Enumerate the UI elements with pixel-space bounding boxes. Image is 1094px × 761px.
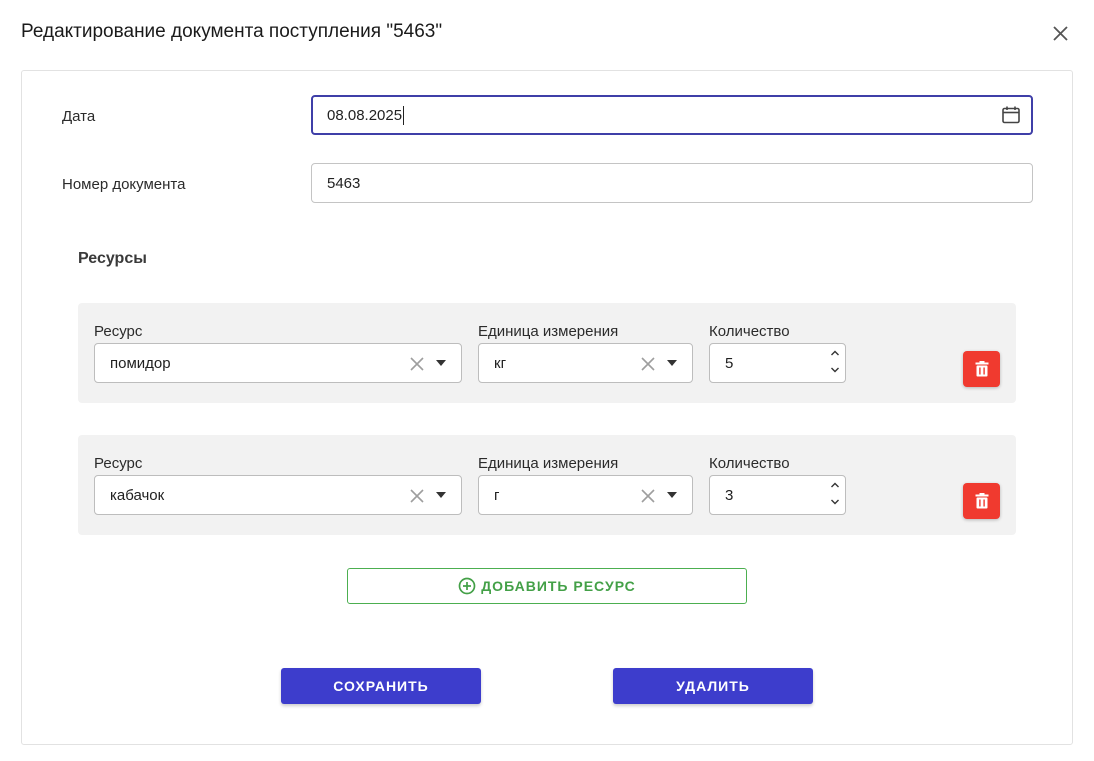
date-field[interactable]: 08.08.2025	[311, 95, 1033, 135]
resource-row: Ресурс кабачок Единица измерения г Колич…	[78, 435, 1016, 535]
chevron-up-icon[interactable]	[830, 349, 840, 357]
text-caret	[403, 105, 405, 125]
resource-row: Ресурс помидор Единица измерения кг Коли…	[78, 303, 1016, 403]
resource-value: помидор	[110, 354, 171, 372]
unit-select[interactable]: кг	[478, 343, 693, 383]
calendar-icon	[1002, 106, 1020, 124]
add-resource-label: ДОБАВИТЬ РЕСУРС	[481, 578, 636, 594]
resources-section-title: Ресурсы	[78, 250, 147, 267]
chevron-down-icon[interactable]	[436, 360, 446, 366]
resource-select[interactable]: помидор	[94, 343, 462, 383]
chevron-down-icon[interactable]	[830, 498, 840, 506]
quantity-stepper[interactable]: 3	[709, 475, 846, 515]
doc-number-value: 5463	[327, 174, 361, 192]
resource-label: Ресурс	[94, 323, 143, 340]
unit-value: кг	[494, 354, 507, 372]
delete-button-label: УДАЛИТЬ	[676, 678, 750, 694]
dialog-title: Редактирование документа поступления "54…	[21, 21, 443, 42]
resource-label: Ресурс	[94, 455, 143, 472]
chevron-down-icon[interactable]	[667, 360, 677, 366]
clear-icon[interactable]	[408, 355, 426, 373]
clear-icon[interactable]	[639, 355, 657, 373]
resource-select[interactable]: кабачок	[94, 475, 462, 515]
unit-label: Единица измерения	[478, 323, 619, 340]
chevron-down-icon[interactable]	[830, 366, 840, 374]
chevron-down-icon[interactable]	[667, 492, 677, 498]
quantity-stepper[interactable]: 5	[709, 343, 846, 383]
calendar-button[interactable]	[1001, 105, 1021, 125]
add-resource-button[interactable]: ДОБАВИТЬ РЕСУРС	[347, 568, 747, 604]
delete-document-button[interactable]: УДАЛИТЬ	[613, 668, 813, 704]
edit-form-card: Дата 08.08.2025 Номер документа 5463 Рес…	[21, 70, 1073, 745]
quantity-label: Количество	[709, 323, 790, 340]
quantity-value: 3	[725, 486, 734, 504]
quantity-label: Количество	[709, 455, 790, 472]
delete-resource-button[interactable]	[963, 483, 1000, 519]
doc-number-field[interactable]: 5463	[311, 163, 1033, 203]
resource-value: кабачок	[110, 486, 165, 504]
save-button[interactable]: СОХРАНИТЬ	[281, 668, 481, 704]
clear-icon[interactable]	[639, 487, 657, 505]
unit-label: Единица измерения	[478, 455, 619, 472]
close-icon	[1053, 26, 1068, 41]
close-button[interactable]	[1051, 24, 1071, 44]
doc-number-label: Номер документа	[62, 176, 186, 193]
chevron-up-icon[interactable]	[830, 481, 840, 489]
quantity-value: 5	[725, 354, 734, 372]
save-button-label: СОХРАНИТЬ	[333, 678, 429, 694]
delete-resource-button[interactable]	[963, 351, 1000, 387]
trash-icon	[975, 361, 988, 377]
unit-value: г	[494, 486, 500, 504]
trash-icon	[975, 493, 988, 509]
clear-icon[interactable]	[408, 487, 426, 505]
date-label: Дата	[62, 108, 96, 125]
date-value: 08.08.2025	[327, 106, 403, 124]
unit-select[interactable]: г	[478, 475, 693, 515]
plus-circle-icon	[458, 577, 476, 595]
chevron-down-icon[interactable]	[436, 492, 446, 498]
